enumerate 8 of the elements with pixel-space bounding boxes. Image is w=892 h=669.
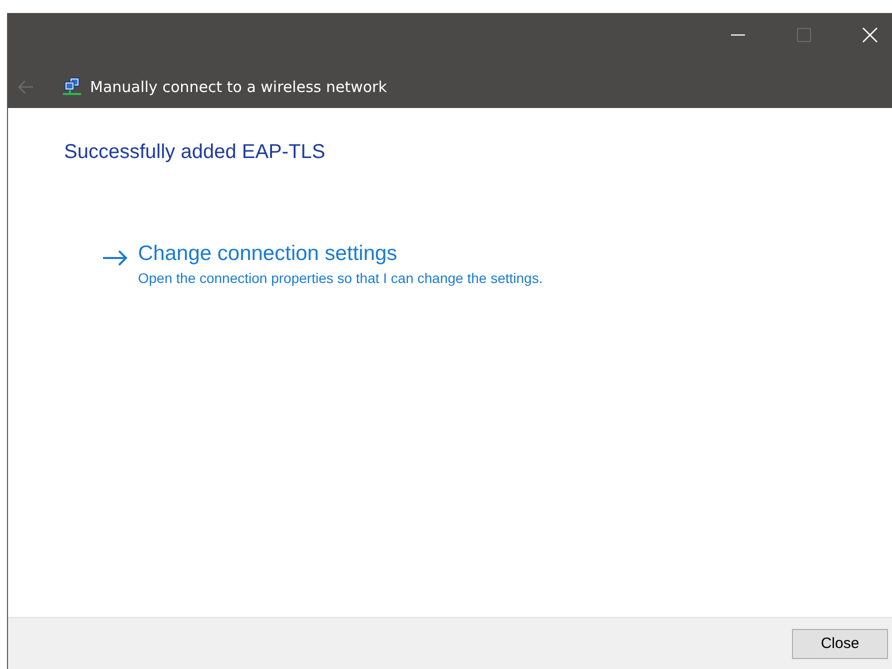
arrow-right-icon [102, 250, 128, 266]
window-title: Manually connect to a wireless network [90, 78, 387, 96]
change-settings-link[interactable]: Change connection settings [138, 242, 398, 266]
close-icon[interactable] [862, 27, 878, 43]
page-heading: Successfully added EAP-TLS [64, 141, 326, 164]
network-computers-icon [62, 77, 82, 97]
option-description: Open the connection properties so that I can change the settings. [138, 270, 543, 286]
close-button[interactable]: Close [792, 628, 888, 658]
